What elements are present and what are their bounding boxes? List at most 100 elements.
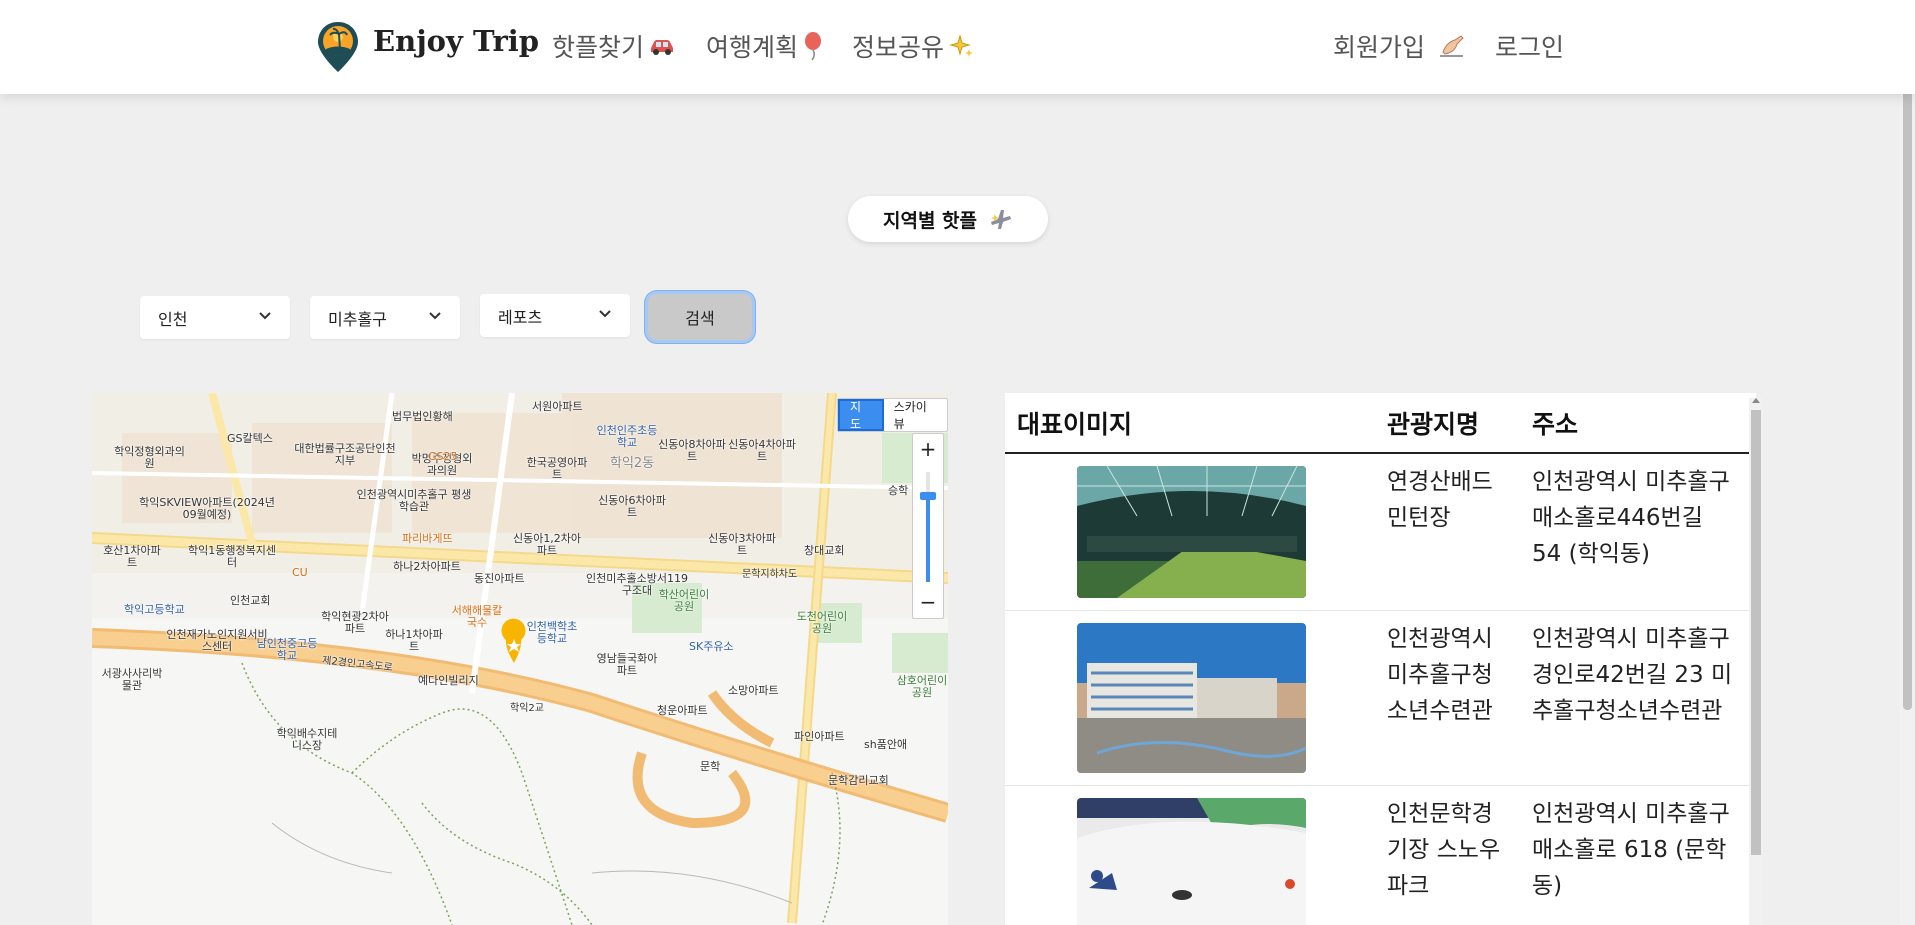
map-label: 신동아8차아파트 [658, 438, 726, 464]
map-label: 문학지하차도 [742, 569, 798, 580]
chevron-down-icon [259, 312, 271, 320]
signup-label: 회원가입 [1333, 33, 1426, 62]
scroll-up-arrow-icon[interactable] [1752, 398, 1760, 403]
table-row[interactable]: 인천문학경기장 스노우파크 인천광역시 미추홀구 매소홀로 618 (문학동) [1005, 785, 1750, 925]
map-label: 도천어린이공원 [796, 610, 848, 636]
district-select[interactable]: 미추홀구 [310, 296, 460, 339]
map-label: 법무법인황해 [392, 410, 453, 423]
map-label: 대한법률구조공단인천지부 [294, 442, 396, 468]
map-type-skyview-button[interactable]: 스카이뷰 [884, 399, 947, 431]
map-label: 예다인빌리지 [418, 674, 479, 687]
map-label: 소망아파트 [728, 684, 779, 697]
nav-info-share[interactable]: 정보공유 [852, 28, 976, 64]
results-scrollbar[interactable] [1749, 398, 1763, 925]
nav-trip-plan[interactable]: 여행계획 [706, 28, 826, 64]
map-label: 문학 [700, 760, 721, 773]
map-label: 문학감리교회 [828, 774, 889, 787]
district-select-value: 미추홀구 [328, 309, 387, 329]
search-button[interactable]: 검색 [645, 291, 755, 343]
map-label: 호산1차아파트 [103, 544, 161, 570]
zoom-slider-handle[interactable] [920, 492, 936, 500]
header-image: 대표이미지 [1005, 393, 1375, 454]
map-label: 학익1동행정복지센터 [188, 544, 276, 570]
map-label: CU [292, 566, 308, 579]
map-type-map-button[interactable]: 지도 [838, 399, 884, 431]
row-image-cell [1005, 453, 1375, 611]
nav-signup[interactable]: 회원가입 [1333, 28, 1467, 64]
table-row[interactable]: 인천광역시미추홀구청소년수련관 인천광역시 미추홀구 경인로42번길 23 미추… [1005, 610, 1750, 786]
map-label: 학익고등학교 [124, 603, 185, 616]
page-scroll-thumb[interactable] [1903, 0, 1912, 710]
map-label: 신동아3차아파트 [708, 532, 776, 558]
section-title: 지역별 핫플 [882, 209, 977, 232]
map-label: 신동아6차아파트 [598, 494, 666, 520]
results-panel: 대표이미지 관광지명 주소 연경산배드민턴장 인천광역시 미추홀구 매소홀로44… [1005, 393, 1756, 925]
row-name: 인천광역시미추홀구청소년수련관 [1375, 610, 1520, 786]
nav-hotplace-search[interactable]: 핫플찾기 [552, 28, 676, 64]
logo-map-pin-icon[interactable] [316, 20, 360, 74]
page-scrollbar[interactable] [1900, 0, 1915, 925]
row-image-cell [1005, 785, 1375, 925]
map-label: 창대교회 [804, 544, 845, 557]
map-label: 파인아파트 [794, 730, 845, 743]
car-icon [648, 36, 676, 56]
map-label: 남인천중고등학교 [256, 637, 318, 663]
brand-title[interactable]: Enjoy Trip [373, 24, 539, 58]
chevron-down-icon [599, 310, 611, 318]
header-name: 관광지명 [1375, 393, 1520, 454]
map-label: SK주유소 [689, 640, 734, 653]
sparkles-icon [948, 32, 976, 60]
top-navbar: Enjoy Trip 핫플찾기 여행계획 정보공유 회원가입 로그인 [0, 0, 1915, 94]
map-label: GS25 [428, 450, 458, 463]
city-select[interactable]: 인천 [140, 296, 290, 339]
map-label: 하나2차아파트 [393, 560, 461, 573]
map-label: 학익현광2차아파트 [321, 610, 389, 636]
nav-login[interactable]: 로그인 [1495, 28, 1564, 64]
writing-hand-icon [1437, 32, 1467, 60]
nav-hotplace-label: 핫플찾기 [552, 33, 645, 62]
category-select[interactable]: 레포츠 [480, 294, 630, 337]
table-row[interactable]: 연경산배드민턴장 인천광역시 미추홀구 매소홀로446번길 54 (학익동) [1005, 453, 1750, 611]
zoom-out-button[interactable]: − [913, 588, 943, 618]
map-type-switch: 지도 스카이뷰 [837, 398, 948, 432]
map-label: 동진아파트 [474, 572, 525, 585]
category-select-value: 레포츠 [498, 307, 543, 327]
row-address: 인천광역시 미추홀구 매소홀로446번길 54 (학익동) [1520, 453, 1750, 611]
map-label: 인천인주초등학교 [596, 424, 658, 450]
map-label: GS칼텍스 [227, 432, 273, 445]
balloon-icon [802, 31, 826, 61]
row-address: 인천광역시 미추홀구 매소홀로 618 (문학동) [1520, 785, 1750, 925]
row-address: 인천광역시 미추홀구 경인로42번길 23 미추홀구청소년수련관 [1520, 610, 1750, 786]
row-name: 연경산배드민턴장 [1375, 453, 1520, 611]
map-label: 삼호어린이공원 [896, 674, 948, 700]
table-header-row: 대표이미지 관광지명 주소 [1005, 393, 1750, 454]
map-view[interactable]: 서원아파트 법무법인황해 인천인주초등학교 신동아8차아파트 신동아4차아파트 … [92, 393, 948, 925]
map-label: 학익정형외과의원 [114, 445, 185, 471]
header-address: 주소 [1520, 393, 1750, 454]
badminton-court-photo[interactable] [1077, 466, 1306, 598]
map-label: 인천광역시미추홀구 평생학습관 [356, 488, 472, 514]
map-label: 학익2교 [510, 703, 544, 714]
city-select-value: 인천 [158, 309, 188, 329]
map-label: 서해해물칼국수 [451, 604, 503, 630]
chevron-down-icon [429, 312, 441, 320]
results-table: 대표이미지 관광지명 주소 연경산배드민턴장 인천광역시 미추홀구 매소홀로44… [1005, 393, 1750, 925]
row-image-cell [1005, 610, 1375, 786]
map-label: 영남들국화아파트 [596, 652, 658, 678]
map-label: 하나1차아파트 [385, 628, 443, 654]
airplane-icon [987, 206, 1013, 232]
map-label: 인천교회 [230, 594, 271, 607]
map-label: 청운아파트 [657, 704, 708, 717]
map-label: 학익SKVIEW아파트(2024년09월예정) [139, 496, 275, 522]
map-label: 학산어린이공원 [658, 588, 710, 614]
map-label: 서광사사리박물관 [101, 667, 163, 693]
map-label: 학익2동 [610, 456, 655, 471]
zoom-in-button[interactable]: + [913, 434, 943, 464]
youth-center-photo[interactable] [1077, 623, 1306, 773]
map-label: 서원아파트 [532, 400, 583, 413]
snow-park-photo[interactable] [1077, 798, 1306, 925]
nav-info-share-label: 정보공유 [852, 33, 945, 62]
zoom-control: + − [912, 433, 944, 619]
results-scroll-thumb[interactable] [1751, 410, 1761, 855]
map-label: 신동아4차아파트 [728, 438, 796, 464]
